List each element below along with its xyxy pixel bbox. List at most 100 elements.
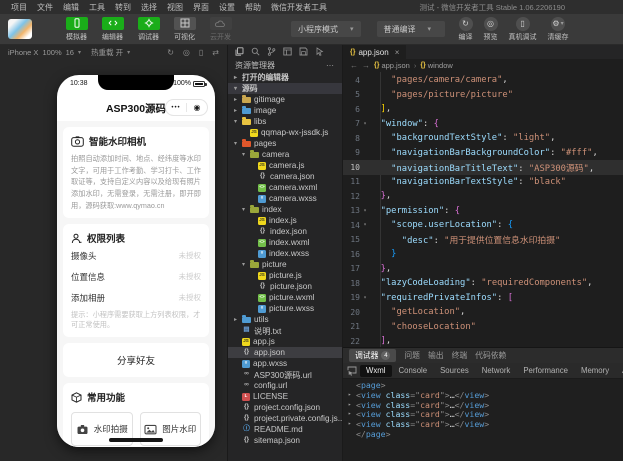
hand-icon[interactable] (315, 47, 324, 56)
debug-tab-console[interactable]: Console (393, 365, 434, 377)
tree-item[interactable]: ⓘ README.md (228, 424, 342, 435)
clear-cache-button[interactable]: ⚙ ▾ 清缓存 (548, 16, 569, 42)
search-icon[interactable] (251, 47, 260, 56)
tree-item[interactable]: ∞ ASP300源码.url (228, 369, 342, 380)
tree-item[interactable]: # index.wxss (228, 248, 342, 259)
expand-arrow-icon[interactable]: ▸ (348, 420, 356, 430)
menu-item[interactable]: 编辑 (58, 2, 84, 13)
panel-tab-输出[interactable]: 输出 (428, 350, 444, 361)
expand-arrow-icon[interactable]: ▸ (348, 401, 356, 411)
tree-item[interactable]: ▤ 说明.txt (228, 325, 342, 336)
network-icon[interactable]: ⇄ (212, 48, 219, 57)
expand-arrow-icon[interactable]: ▸ (348, 410, 356, 420)
debug-tab-network[interactable]: Network (476, 365, 517, 377)
tree-item[interactable]: <> index.wxml (228, 237, 342, 248)
menu-item[interactable]: 文件 (32, 2, 58, 13)
menu-item[interactable]: 视图 (162, 2, 188, 13)
tree-item[interactable]: # camera.wxss (228, 193, 342, 204)
tree-item[interactable]: L LICENSE (228, 391, 342, 402)
tree-item[interactable]: {} project.config.json (228, 402, 342, 413)
toggle-phone[interactable]: 模拟器 (62, 16, 91, 42)
breadcrumb-item[interactable]: {} window (420, 61, 452, 70)
window-icon[interactable] (283, 47, 292, 56)
forward-icon[interactable]: → (362, 61, 370, 70)
compile-mode-dropdown[interactable]: 普通编译 ▾ (376, 21, 445, 37)
tree-item[interactable]: ▸ gitimage (228, 94, 342, 105)
debug-tab-performance[interactable]: Performance (517, 365, 574, 377)
tree-item[interactable]: <> picture.wxml (228, 292, 342, 303)
home-indicator[interactable] (109, 438, 163, 442)
tree-item[interactable]: JS camera.js (228, 160, 342, 171)
more-actions-icon[interactable]: ⋯ (326, 61, 335, 70)
rotate-icon[interactable]: ↻ (167, 48, 174, 57)
zoom-selector[interactable]: 100% (42, 48, 61, 57)
tab-app-json[interactable]: {} app.json × (343, 45, 407, 59)
tree-item[interactable]: ▾ camera (228, 149, 342, 160)
save-icon[interactable] (299, 47, 308, 56)
fold-icon[interactable]: ▾ (360, 121, 370, 127)
tree-item[interactable]: JS qqmap-wx-jssdk.js (228, 127, 342, 138)
fold-icon[interactable]: ▾ (360, 295, 370, 301)
menu-item[interactable]: 设置 (214, 2, 240, 13)
tree-item[interactable]: JS index.js (228, 215, 342, 226)
menu-item[interactable]: 界面 (188, 2, 214, 13)
debug-tab-sources[interactable]: Sources (434, 365, 475, 377)
git-branch-icon[interactable] (267, 47, 276, 56)
device-frame-icon[interactable]: ▯ (199, 48, 203, 57)
device-selector[interactable]: iPhone X (8, 48, 38, 57)
tree-item[interactable]: JS picture.js (228, 270, 342, 281)
tree-item[interactable]: <> camera.wxml (228, 182, 342, 193)
hot-reload-toggle[interactable]: 热重载 开 (91, 47, 123, 58)
back-icon[interactable]: ← (350, 61, 358, 70)
share-button[interactable]: 分享好友 (63, 343, 209, 378)
tree-item[interactable]: JS app.js (228, 336, 342, 347)
tree-item[interactable]: ▸ utils (228, 314, 342, 325)
debug-tab-memory[interactable]: Memory (575, 365, 615, 377)
breadcrumb-item[interactable]: {} app.json (374, 61, 410, 70)
preview-button[interactable]: ◎ 预览 (483, 16, 498, 42)
debug-tab-wxml[interactable]: Wxml (360, 364, 392, 377)
tree-item[interactable]: ▾ picture (228, 259, 342, 270)
more-button[interactable]: ••• (166, 105, 186, 111)
expand-arrow-icon[interactable]: ▸ (348, 391, 356, 401)
menu-item[interactable]: 工具 (84, 2, 110, 13)
locate-icon[interactable]: ◎ (183, 48, 190, 57)
close-icon[interactable]: × (395, 48, 400, 57)
files-icon[interactable] (235, 47, 244, 56)
menu-item[interactable]: 转到 (110, 2, 136, 13)
compile-button[interactable]: ↻ 编译 (458, 16, 473, 42)
tree-item[interactable]: # picture.wxss (228, 303, 342, 314)
toggle-bug[interactable]: 调试器 (134, 16, 163, 42)
code-editor[interactable]: 4 "pages/camera/camera", 5 "pages/picture… (343, 72, 623, 347)
tree-item[interactable]: {} app.json (228, 347, 342, 358)
menu-item[interactable]: 帮助 (240, 2, 266, 13)
panel-tab-终端[interactable]: 终端 (452, 350, 468, 361)
panel-tab-问题[interactable]: 问题 (404, 350, 420, 361)
tree-item[interactable]: ▸ image (228, 105, 342, 116)
remote-debug-button[interactable]: ▯ 真机调试 (509, 16, 537, 42)
debug-tab-appdata[interactable]: AppData (616, 365, 623, 377)
explorer-section[interactable]: ▾ 源码 (228, 83, 342, 94)
user-avatar[interactable] (8, 19, 32, 39)
tree-item[interactable]: ▾ pages (228, 138, 342, 149)
toggle-code[interactable]: 编辑器 (98, 16, 127, 42)
menu-item[interactable]: 项目 (6, 2, 32, 13)
tree-item[interactable]: {} project.private.config.js... (228, 413, 342, 424)
tree-item[interactable]: {} index.json (228, 226, 342, 237)
tree-item[interactable]: # app.wxss (228, 358, 342, 369)
tree-item[interactable]: ∞ config.url (228, 380, 342, 391)
tree-item[interactable]: ▾ libs (228, 116, 342, 127)
fold-icon[interactable]: ▾ (360, 222, 370, 228)
mode-dropdown[interactable]: 小程序模式 ▾ (291, 21, 361, 37)
font-size-selector[interactable]: 16 (66, 48, 74, 57)
exit-button[interactable]: ◉ (187, 103, 207, 112)
explorer-section[interactable]: ▸ 打开的编辑器 (228, 72, 342, 83)
toggle-grid[interactable]: 可视化 (170, 16, 199, 42)
tree-item[interactable]: {} sitemap.json (228, 435, 342, 446)
panel-tab-调试器[interactable]: 调试器 4 (349, 349, 397, 362)
menu-item[interactable]: 微信开发者工具 (266, 2, 332, 13)
menu-item[interactable]: 选择 (136, 2, 162, 13)
panel-tab-代码依赖[interactable]: 代码依赖 (475, 350, 506, 361)
inspect-element-icon[interactable] (347, 365, 357, 377)
wxml-node[interactable]: </page > (348, 429, 618, 440)
